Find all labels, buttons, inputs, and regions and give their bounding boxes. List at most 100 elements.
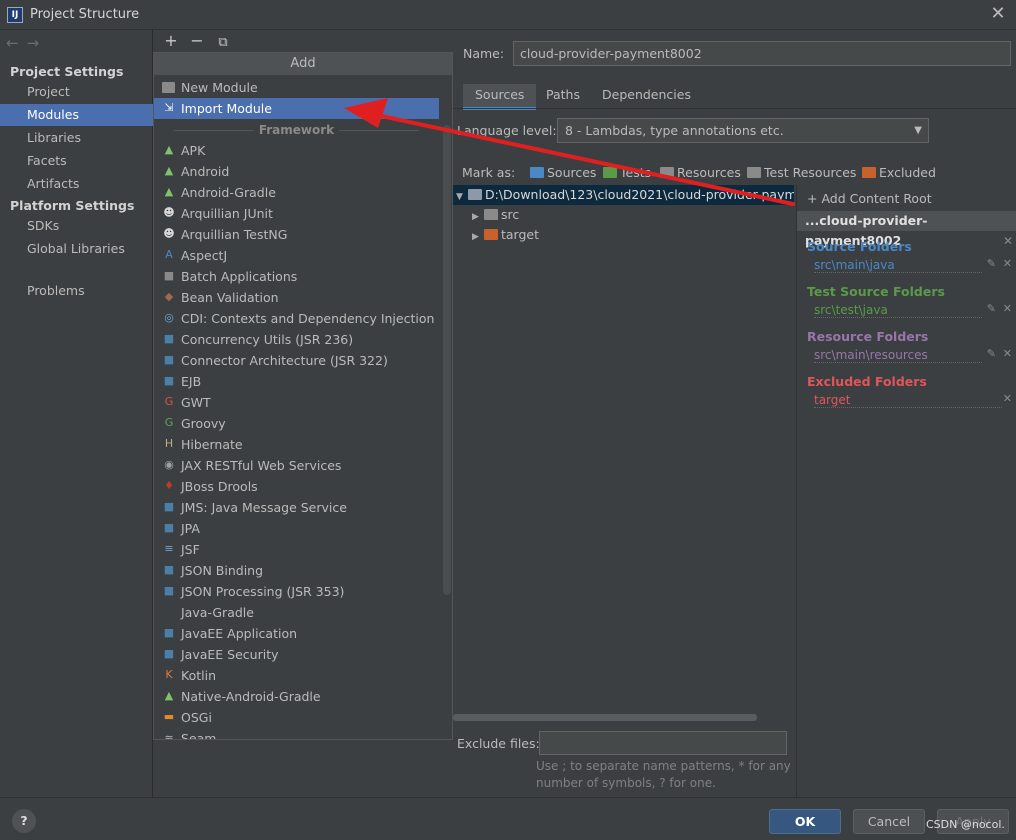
- javaee-icon: ■: [163, 521, 175, 534]
- nav-item-libraries[interactable]: Libraries: [0, 127, 153, 149]
- framework-item-label: Android-Gradle: [181, 185, 276, 200]
- framework-item-label: GWT: [181, 395, 211, 410]
- framework-item[interactable]: ■ JSON Binding: [154, 560, 439, 581]
- tree-horizontal-scrollbar[interactable]: [453, 714, 757, 721]
- mark-as-tests-button[interactable]: Tests: [603, 165, 651, 180]
- popup-scrollbar[interactable]: [443, 125, 451, 595]
- framework-item[interactable]: A AspectJ: [154, 245, 439, 266]
- window-title: Project Structure: [30, 7, 140, 22]
- mark-as-sources-button[interactable]: Sources: [530, 165, 596, 180]
- framework-item[interactable]: ◎ CDI: Contexts and Dependency Injection: [154, 308, 439, 329]
- close-icon[interactable]: ✕: [990, 5, 1006, 23]
- cancel-button[interactable]: Cancel: [853, 809, 925, 834]
- framework-item-label: Android: [181, 164, 230, 179]
- framework-item[interactable]: ≈ Seam: [154, 728, 439, 739]
- delete-icon[interactable]: ✕: [1003, 347, 1012, 360]
- test-source-folder-path[interactable]: src\test\java: [814, 303, 982, 318]
- back-forward-arrows[interactable]: ←→: [6, 34, 47, 52]
- nav-item-artifacts[interactable]: Artifacts: [0, 173, 153, 195]
- add-content-root-button[interactable]: + Add Content Root: [807, 191, 932, 206]
- framework-item[interactable]: ■ EJB: [154, 371, 439, 392]
- framework-item[interactable]: K Kotlin: [154, 665, 439, 686]
- collapse-arrow-icon[interactable]: ▶: [472, 207, 484, 227]
- framework-item-label: Groovy: [181, 416, 226, 431]
- tree-item-target[interactable]: ▶ target: [472, 225, 539, 245]
- tests-folder-icon: [603, 167, 617, 178]
- language-level-select[interactable]: 8 - Lambdas, type annotations etc. ▼: [557, 118, 929, 143]
- nav-item-problems[interactable]: Problems: [0, 280, 153, 302]
- mark-as-test-resources-button[interactable]: Test Resources: [747, 165, 856, 180]
- pencil-icon[interactable]: ✎: [987, 302, 996, 315]
- nav-item-facets[interactable]: Facets: [0, 150, 153, 172]
- framework-item[interactable]: ▬ OSGi: [154, 707, 439, 728]
- framework-item[interactable]: ▲ Android-Gradle: [154, 182, 439, 203]
- framework-item[interactable]: Java-Gradle: [154, 602, 439, 623]
- framework-item[interactable]: ♦ JBoss Drools: [154, 476, 439, 497]
- mark-as-resources-button[interactable]: Resources: [660, 165, 741, 180]
- resource-folders-title: Resource Folders: [807, 329, 929, 344]
- exclude-files-hint: Use ; to separate name patterns, * for a…: [536, 759, 791, 790]
- framework-item[interactable]: ☻ Arquillian JUnit: [154, 203, 439, 224]
- add-icon[interactable]: +: [160, 32, 182, 50]
- framework-item[interactable]: ■ JMS: Java Message Service: [154, 497, 439, 518]
- framework-item[interactable]: ■ Concurrency Utils (JSR 236): [154, 329, 439, 350]
- tree-item-src[interactable]: ▶ src: [472, 205, 519, 225]
- framework-item[interactable]: ▲ Native-Android-Gradle: [154, 686, 439, 707]
- nav-item-sdks[interactable]: SDKs: [0, 215, 153, 237]
- remove-icon[interactable]: −: [186, 32, 208, 50]
- resource-folder-path[interactable]: src\main\resources: [814, 348, 982, 363]
- delete-icon[interactable]: ✕: [1003, 257, 1012, 270]
- framework-item-label: CDI: Contexts and Dependency Injection: [181, 311, 435, 326]
- module-name-input[interactable]: [513, 41, 1011, 66]
- exclude-files-input[interactable]: [539, 731, 787, 755]
- delete-icon[interactable]: ✕: [1003, 392, 1012, 405]
- framework-item[interactable]: ■ Batch Applications: [154, 266, 439, 287]
- nav-item-modules[interactable]: Modules: [0, 104, 153, 126]
- close-icon[interactable]: ✕: [1003, 231, 1013, 251]
- framework-item[interactable]: ■ JPA: [154, 518, 439, 539]
- hibernate-icon: H: [164, 437, 174, 450]
- popup-item-import-module[interactable]: ⇲ Import Module: [154, 98, 439, 119]
- framework-item[interactable]: H Hibernate: [154, 434, 439, 455]
- copy-icon[interactable]: ⧉: [212, 34, 234, 52]
- expand-arrow-icon[interactable]: ▼: [456, 187, 468, 205]
- tree-root-row[interactable]: ▼ D:\Download\123\cloud2021\cloud-provide…: [453, 185, 794, 205]
- delete-icon[interactable]: ✕: [1003, 302, 1012, 315]
- framework-item[interactable]: ▲ Android: [154, 161, 439, 182]
- nav-item-project[interactable]: Project: [0, 81, 153, 103]
- popup-item-new-module[interactable]: New Module: [154, 77, 439, 98]
- framework-item[interactable]: ◉ JAX RESTful Web Services: [154, 455, 439, 476]
- mark-label: Sources: [547, 165, 597, 180]
- framework-item[interactable]: G GWT: [154, 392, 439, 413]
- help-button[interactable]: ?: [12, 809, 36, 833]
- pencil-icon[interactable]: ✎: [987, 347, 996, 360]
- tab-dependencies[interactable]: Dependencies: [590, 84, 703, 110]
- framework-item[interactable]: ■ JavaEE Application: [154, 623, 439, 644]
- add-content-root-label: Add Content Root: [821, 191, 932, 206]
- kotlin-icon: K: [165, 668, 173, 681]
- language-level-label: Language level:: [457, 123, 557, 138]
- excluded-folders-title: Excluded Folders: [807, 374, 927, 389]
- framework-item-label: JAX RESTful Web Services: [181, 458, 342, 473]
- tab-paths[interactable]: Paths: [534, 84, 592, 110]
- language-level-value: 8 - Lambdas, type annotations etc.: [565, 123, 784, 138]
- excluded-folder-path[interactable]: target: [814, 393, 1002, 408]
- source-folder-path[interactable]: src\main\java: [814, 258, 982, 273]
- mark-as-excluded-button[interactable]: Excluded: [862, 165, 936, 180]
- content-root-panel: + Add Content Root ...cloud-provider-pay…: [796, 185, 1016, 797]
- framework-item[interactable]: ≡ JSF: [154, 539, 439, 560]
- tab-sources[interactable]: Sources: [463, 84, 537, 110]
- framework-item[interactable]: ■ JSON Processing (JSR 353): [154, 581, 439, 602]
- framework-item[interactable]: ■ Connector Architecture (JSR 322): [154, 350, 439, 371]
- nav-item-global-libraries[interactable]: Global Libraries: [0, 238, 153, 260]
- framework-item[interactable]: ▲ APK: [154, 140, 439, 161]
- framework-item[interactable]: ☻ Arquillian TestNG: [154, 224, 439, 245]
- bean-icon: ◆: [164, 290, 174, 303]
- framework-item[interactable]: ■ JavaEE Security: [154, 644, 439, 665]
- framework-item[interactable]: ◆ Bean Validation: [154, 287, 439, 308]
- collapse-arrow-icon[interactable]: ▶: [472, 227, 484, 247]
- framework-item[interactable]: G Groovy: [154, 413, 439, 434]
- plus-icon: +: [807, 191, 822, 206]
- ok-button[interactable]: OK: [769, 809, 841, 834]
- pencil-icon[interactable]: ✎: [987, 257, 996, 270]
